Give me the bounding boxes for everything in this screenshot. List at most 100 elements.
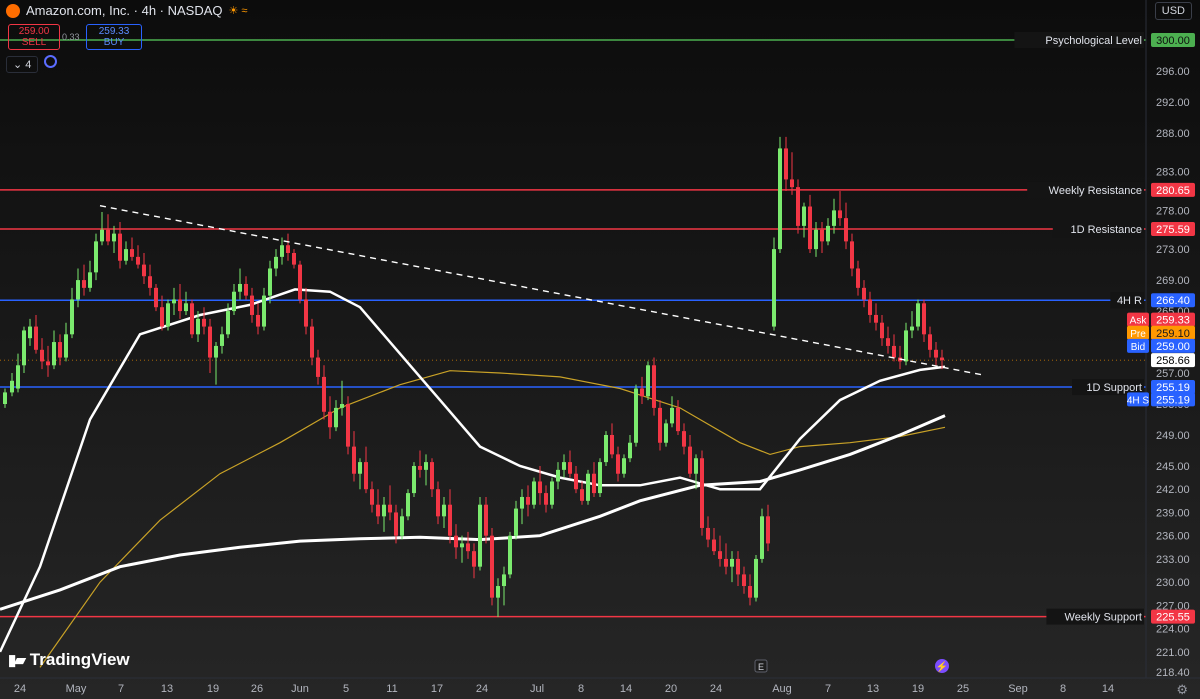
earnings-icon[interactable]: E xyxy=(754,659,768,673)
candle-body xyxy=(10,380,14,393)
candle-body xyxy=(424,462,428,470)
refresh-icon[interactable] xyxy=(44,55,57,68)
settings-gear-icon[interactable]: ⚙ xyxy=(1176,682,1188,698)
y-tick-label: 278.00 xyxy=(1156,205,1190,217)
candle-body xyxy=(412,465,416,494)
price-chart[interactable]: Psychological Level 300.00 Weekly Resistan… xyxy=(0,0,1200,699)
x-tick-label: 19 xyxy=(912,683,924,695)
candle-body xyxy=(550,481,554,505)
symbol-logo-icon xyxy=(6,3,20,18)
x-tick-label: Jun xyxy=(291,683,309,695)
candle-body xyxy=(538,481,542,494)
level-price-text: 280.65 xyxy=(1156,185,1190,197)
candle-body xyxy=(442,504,446,517)
candle-body xyxy=(274,256,278,269)
level-label: Weekly Resistance xyxy=(1049,185,1142,197)
candle-body xyxy=(910,326,914,331)
candle-body xyxy=(826,225,830,242)
candle-body xyxy=(562,462,566,470)
candle-body xyxy=(718,551,722,559)
x-tick-label: 13 xyxy=(867,683,879,695)
candle-body xyxy=(64,334,68,358)
candle-body xyxy=(616,454,620,474)
candle xyxy=(346,396,350,455)
buy-button[interactable]: 259.33 BUY xyxy=(86,24,142,50)
symbol-title[interactable]: Amazon.com, Inc. · 4h · NASDAQ xyxy=(26,3,223,18)
candle-body xyxy=(334,407,338,428)
dividend-icon[interactable]: ⚡ xyxy=(935,659,949,673)
tradingview-logo: ▮▰ TradingView xyxy=(8,650,130,670)
price-tag-name: Ask xyxy=(1130,316,1148,327)
candle-body xyxy=(790,179,794,188)
candle-body xyxy=(586,473,590,501)
chart-background xyxy=(0,0,1200,699)
candle-body xyxy=(226,311,230,335)
candle-body xyxy=(148,276,152,288)
candle-body xyxy=(820,229,824,242)
candle xyxy=(778,136,782,253)
candle-body xyxy=(268,268,272,296)
candle-body xyxy=(262,295,266,327)
candle-body xyxy=(70,299,74,335)
y-tick-label: 273.00 xyxy=(1156,244,1190,256)
candle-body xyxy=(406,493,410,517)
candle xyxy=(760,508,764,563)
x-tick-label: 25 xyxy=(957,683,969,695)
candle-body xyxy=(598,462,602,494)
candle-body xyxy=(604,435,608,463)
candle-body xyxy=(634,388,638,443)
candle-body xyxy=(94,241,98,273)
x-tick-label: 26 xyxy=(251,683,263,695)
candle-body xyxy=(868,299,872,315)
currency-select[interactable]: USD xyxy=(1154,2,1192,20)
candle-body xyxy=(112,233,116,242)
sell-label: SELL xyxy=(21,37,47,48)
candle-body xyxy=(766,516,770,544)
candle xyxy=(154,283,158,312)
candle-body xyxy=(658,407,662,443)
candle-body xyxy=(640,388,644,397)
candle-body xyxy=(610,435,614,455)
candle-body xyxy=(706,527,710,540)
indicator-toggle[interactable]: ⌄ 4 xyxy=(6,56,39,73)
buy-label: BUY xyxy=(103,37,125,48)
candle-body xyxy=(892,345,896,358)
candle-body xyxy=(160,307,164,327)
candle-body xyxy=(238,283,242,292)
x-tick-label: May xyxy=(66,683,87,695)
candle-body xyxy=(466,543,470,552)
tradingview-wordmark: TradingView xyxy=(29,650,130,669)
candle-body xyxy=(880,322,884,339)
sell-button[interactable]: 259.00 SELL xyxy=(8,24,60,50)
candle-body xyxy=(190,303,194,335)
candle-body xyxy=(886,338,890,346)
candle-body xyxy=(784,148,788,180)
candle-body xyxy=(484,504,488,536)
candle-body xyxy=(904,330,908,362)
candle-body xyxy=(3,392,7,405)
candle-body xyxy=(670,407,674,424)
candle-body xyxy=(100,229,104,242)
candle-body xyxy=(124,249,128,261)
candle-body xyxy=(136,256,140,265)
candle-body xyxy=(628,442,632,459)
candle-body xyxy=(856,268,860,288)
candle-body xyxy=(748,586,752,598)
x-tick-label: 24 xyxy=(476,683,488,695)
candle-body xyxy=(328,411,332,428)
y-tick-label: 218.40 xyxy=(1156,667,1190,679)
candle-body xyxy=(916,303,920,327)
candle-body xyxy=(184,303,188,312)
y-tick-label: 292.00 xyxy=(1156,97,1190,109)
candle-body xyxy=(700,458,704,528)
candle-body xyxy=(118,233,122,261)
y-tick-label: 296.00 xyxy=(1156,66,1190,78)
candle-body xyxy=(478,504,482,567)
x-tick-label: Aug xyxy=(772,683,792,695)
candle-body xyxy=(280,245,284,257)
candle-body xyxy=(862,287,866,300)
candle-body xyxy=(844,218,848,242)
price-tag-name: 4H S xyxy=(1127,395,1150,406)
candle-body xyxy=(244,283,248,296)
candle-body xyxy=(832,210,836,226)
